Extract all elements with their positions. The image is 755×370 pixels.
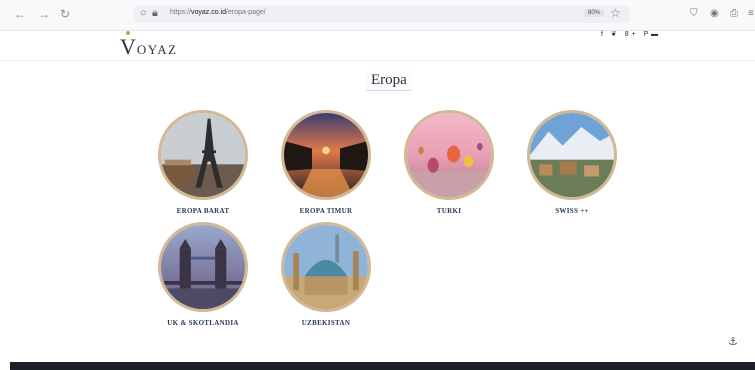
destination-label[interactable]: EROPA BARAT: [153, 207, 253, 215]
account-icon[interactable]: ◉: [710, 8, 719, 19]
destination-label[interactable]: UZBEKISTAN: [276, 319, 376, 327]
menu-icon[interactable]: ≡: [748, 8, 754, 19]
page-title: Eropa: [366, 71, 412, 91]
destination-card-swiss[interactable]: SWISS ++: [522, 110, 622, 215]
social-links[interactable]: f ❦ 8+ P: [601, 30, 651, 38]
mosque-dome-image[interactable]: [281, 222, 371, 312]
site-header: VOYAZ f ❦ 8+ P ▬: [0, 30, 755, 61]
tower-bridge-image[interactable]: [158, 222, 248, 312]
destination-label[interactable]: UK & SKOTLANDIA: [153, 319, 253, 327]
eiffel-tower-image[interactable]: [158, 110, 248, 200]
bookmark-star-icon[interactable]: ☆: [610, 6, 621, 20]
site-footer: [10, 362, 755, 370]
forward-arrow-icon[interactable]: →: [38, 7, 50, 21]
destination-label[interactable]: SWISS ++: [522, 207, 622, 215]
address-bar[interactable]: ○ 🔒︎ https://voyaz.co.id/eropa-page/ 80%…: [134, 6, 630, 23]
lock-icon[interactable]: 🔒︎: [152, 7, 158, 20]
destination-label[interactable]: TURKI: [399, 207, 499, 215]
destination-card-eropa-barat[interactable]: EROPA BARAT: [153, 110, 253, 215]
voyaz-logo[interactable]: VOYAZ: [120, 34, 178, 60]
destination-card-eropa-timur[interactable]: EROPA TIMUR: [276, 110, 376, 215]
destination-label[interactable]: EROPA TIMUR: [276, 207, 376, 215]
browser-toolbar: ← → ↻ ○ 🔒︎ https://voyaz.co.id/eropa-pag…: [0, 0, 755, 31]
destination-card-uk-skotlandia[interactable]: UK & SKOTLANDIA: [153, 222, 253, 327]
extensions-icon[interactable]: ⎙: [730, 8, 738, 19]
pocket-icon[interactable]: ⛉: [690, 8, 698, 19]
url-text[interactable]: https://voyaz.co.id/eropa-page/: [170, 9, 266, 16]
back-arrow-icon[interactable]: ←: [14, 7, 26, 21]
cart-icon[interactable]: ▬: [651, 31, 658, 38]
scroll-to-top-anchor-icon[interactable]: ⚓︎: [728, 335, 738, 348]
hot-air-balloons-image[interactable]: [404, 110, 494, 200]
reload-icon[interactable]: ↻: [60, 7, 70, 21]
shield-icon: ○: [140, 7, 147, 19]
destination-card-uzbekistan[interactable]: UZBEKISTAN: [276, 222, 376, 327]
alpine-village-image[interactable]: [527, 110, 617, 200]
destination-card-turki[interactable]: TURKI: [399, 110, 499, 215]
canal-sunset-image[interactable]: [281, 110, 371, 200]
zoom-level-badge[interactable]: 80%: [584, 9, 605, 17]
